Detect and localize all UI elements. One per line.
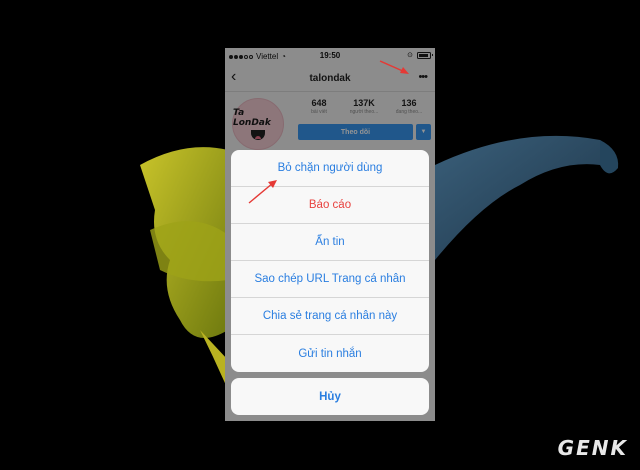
action-unblock-user[interactable]: Bỏ chặn người dùng — [231, 150, 429, 187]
action-send-message[interactable]: Gửi tin nhắn — [231, 335, 429, 372]
action-hide-story[interactable]: Ẩn tin — [231, 224, 429, 261]
action-sheet: Bỏ chặn người dùng Báo cáo Ẩn tin Sao ch… — [231, 150, 429, 372]
action-report[interactable]: Báo cáo — [231, 187, 429, 224]
cancel-button[interactable]: Hủy — [231, 378, 429, 415]
action-copy-profile-url[interactable]: Sao chép URL Trang cá nhân — [231, 261, 429, 298]
genk-logo: GENK — [557, 436, 628, 460]
action-share-profile[interactable]: Chia sẻ trang cá nhân này — [231, 298, 429, 335]
